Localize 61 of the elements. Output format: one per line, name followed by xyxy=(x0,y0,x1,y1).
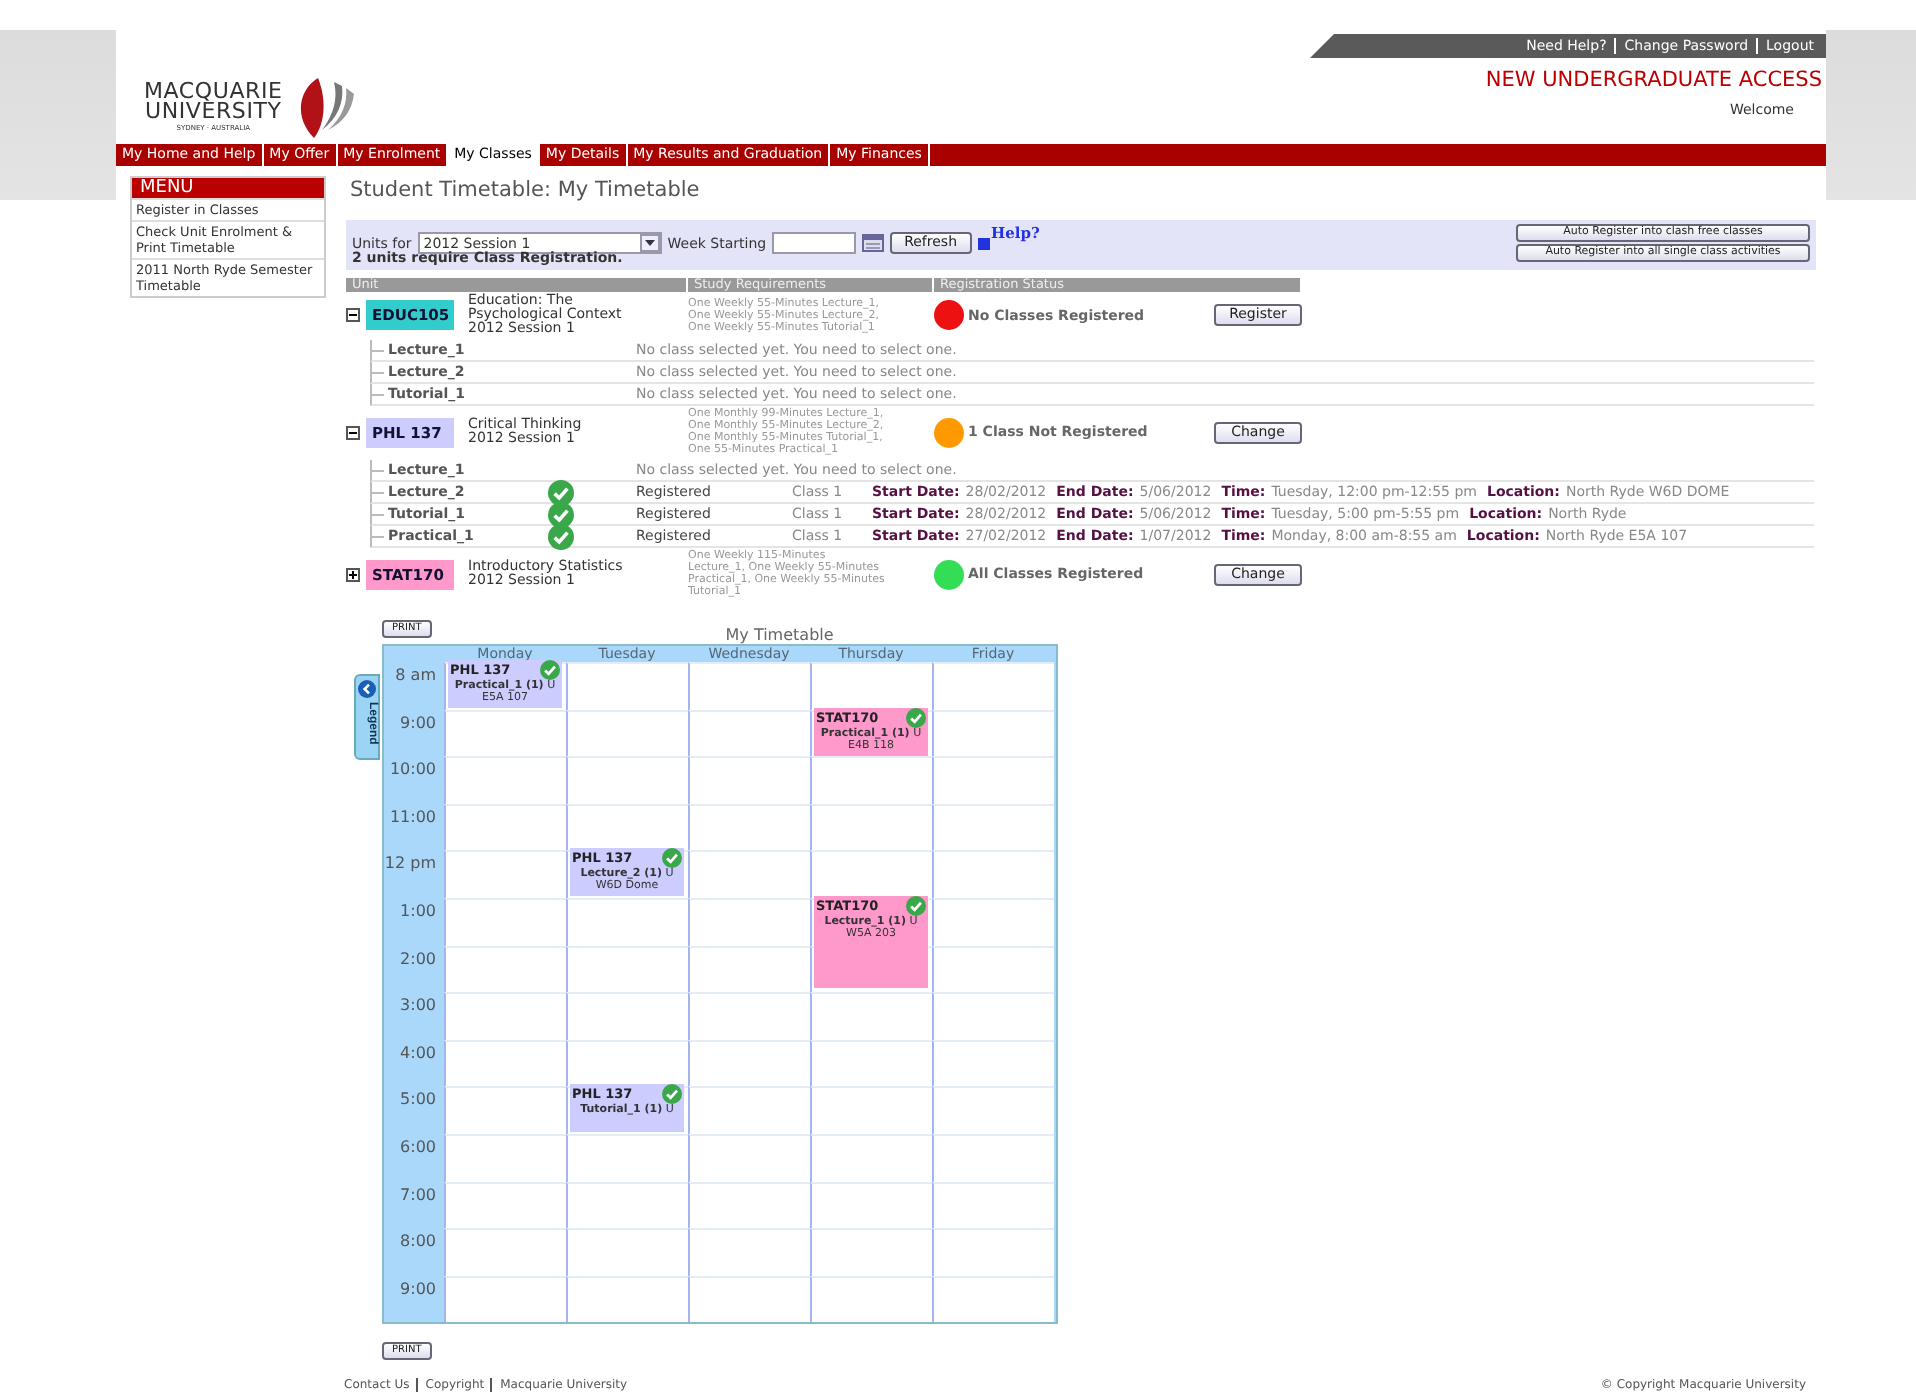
timetable-slot xyxy=(688,992,810,1040)
timetable-slot xyxy=(810,1133,932,1182)
timetable-slot xyxy=(932,1275,1054,1323)
expand-toggle[interactable] xyxy=(346,567,360,581)
timetable-slot xyxy=(810,1275,932,1323)
timetable-slot xyxy=(566,756,688,804)
timetable-slot xyxy=(932,1181,1054,1229)
timetable-slot xyxy=(444,756,566,804)
timetable-slot xyxy=(810,1228,932,1276)
logo-text: MACQUARIE xyxy=(144,81,283,101)
logo-text: UNIVERSITY xyxy=(144,101,282,121)
timetable-slot xyxy=(566,945,688,993)
timetable-slot xyxy=(444,1039,566,1087)
timetable-slot xyxy=(932,803,1054,851)
timetable-slot xyxy=(932,1228,1054,1276)
timetable-slot xyxy=(688,1039,810,1087)
timetable-slot xyxy=(932,850,1054,898)
timetable-slot xyxy=(810,803,932,851)
timetable-slot xyxy=(932,945,1054,993)
timetable-slot xyxy=(444,992,566,1040)
collapse-toggle[interactable] xyxy=(346,425,360,439)
timetable-slot xyxy=(688,803,810,851)
timetable-slot xyxy=(566,1181,688,1229)
timetable-slot xyxy=(932,1039,1054,1087)
timetable-slot xyxy=(688,1228,810,1276)
timetable-slot xyxy=(688,945,810,993)
timetable-slot xyxy=(688,1181,810,1229)
timetable-slot xyxy=(688,756,810,804)
dropdown-icon[interactable] xyxy=(639,234,660,252)
page-title: Student Timetable: My Timetable xyxy=(350,178,702,202)
collapse-toggle[interactable] xyxy=(346,308,360,322)
timetable-slot xyxy=(688,1133,810,1182)
timetable-slot xyxy=(932,992,1054,1040)
timetable-caption: My Timetable xyxy=(725,626,834,644)
timetable-slot xyxy=(932,662,1054,710)
timetable-slot xyxy=(932,1086,1054,1134)
timetable-slot xyxy=(444,945,566,993)
portal-title: NEW UNDERGRADUATE ACCESS xyxy=(1485,68,1822,92)
timetable-slot xyxy=(932,1133,1054,1182)
timetable-slot xyxy=(444,1181,566,1229)
date-field[interactable] xyxy=(772,232,857,254)
help-icon[interactable] xyxy=(977,237,990,249)
chevron-icon[interactable] xyxy=(358,680,376,698)
timetable-slot xyxy=(444,897,566,946)
timetable-slot xyxy=(810,992,932,1040)
timetable-slot xyxy=(688,1275,810,1323)
timetable-slot xyxy=(444,1275,566,1323)
timetable-slot xyxy=(566,992,688,1040)
timetable-slot xyxy=(566,709,688,757)
menu-title: MENU xyxy=(132,178,324,198)
calendar-icon[interactable] xyxy=(862,234,885,252)
timetable-slot xyxy=(810,1039,932,1087)
timetable-slot xyxy=(810,1086,932,1134)
timetable-slot xyxy=(688,662,810,710)
timetable-slot xyxy=(810,1181,932,1229)
timetable-slot xyxy=(444,803,566,851)
timetable-slot xyxy=(444,1133,566,1182)
timetable-slot xyxy=(444,1228,566,1276)
timetable-slot xyxy=(566,1275,688,1323)
timetable-slot xyxy=(932,756,1054,804)
timetable-slot xyxy=(566,1228,688,1276)
